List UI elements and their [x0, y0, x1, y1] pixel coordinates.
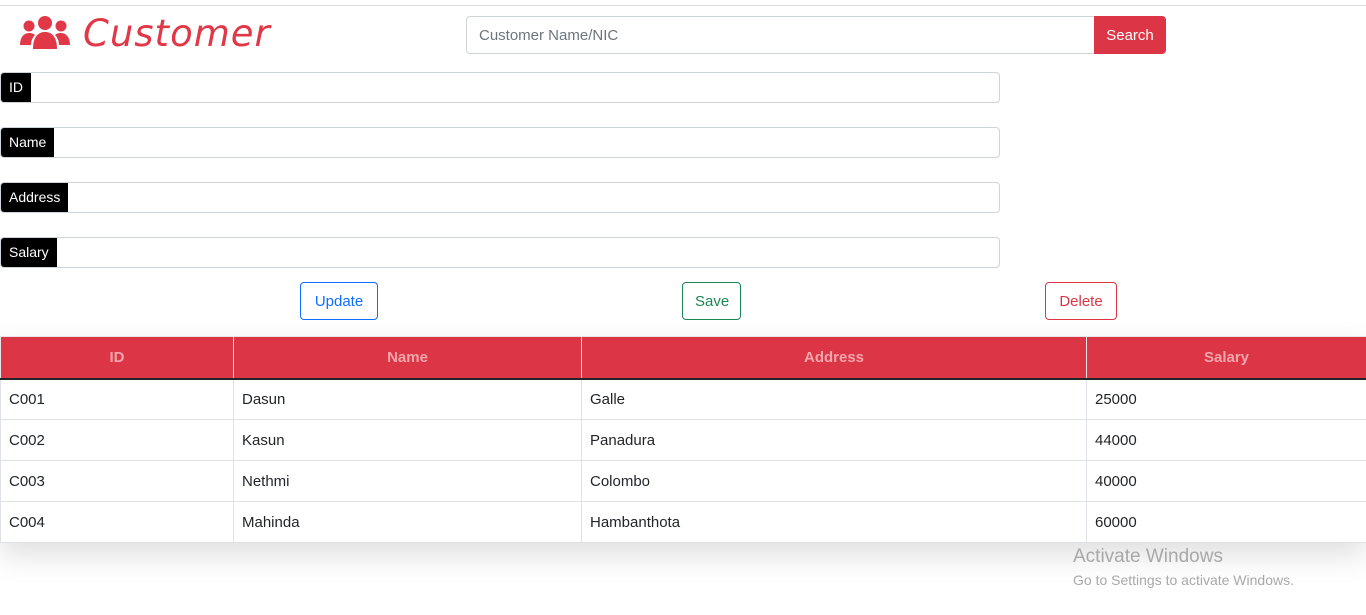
- cell-id: C004: [0, 501, 234, 543]
- cell-id: C002: [0, 419, 234, 461]
- table-row[interactable]: C001 Dasun Galle 25000: [0, 378, 1366, 420]
- watermark-title: Activate Windows: [1073, 546, 1223, 567]
- search-input[interactable]: [466, 16, 1094, 54]
- id-label: ID: [1, 73, 31, 102]
- table-header-row: ID Name Address Salary: [0, 336, 1366, 380]
- salary-input[interactable]: [55, 238, 999, 267]
- name-label: Name: [1, 128, 55, 157]
- salary-field: Salary: [0, 237, 1000, 268]
- id-input[interactable]: [32, 73, 999, 102]
- delete-button[interactable]: Delete: [1045, 282, 1117, 320]
- search-button[interactable]: Search: [1094, 16, 1166, 54]
- name-input[interactable]: [55, 128, 999, 157]
- cell-salary: 44000: [1086, 419, 1366, 461]
- cell-address: Hambanthota: [581, 501, 1087, 543]
- column-header-salary: Salary: [1086, 336, 1366, 380]
- customer-table: ID Name Address Salary C001 Dasun Galle …: [0, 336, 1366, 543]
- cell-name: Nethmi: [233, 460, 582, 502]
- cell-id: C003: [0, 460, 234, 502]
- cell-name: Kasun: [233, 419, 582, 461]
- cell-salary: 40000: [1086, 460, 1366, 502]
- watermark-subtitle: Go to Settings to activate Windows.: [1073, 572, 1294, 588]
- users-icon: [20, 16, 70, 49]
- salary-label: Salary: [1, 238, 57, 267]
- cell-salary: 60000: [1086, 501, 1366, 543]
- activation-watermark: Activate Windows Go to Settings to activ…: [1073, 546, 1294, 588]
- cell-address: Colombo: [581, 460, 1087, 502]
- cell-address: Galle: [581, 378, 1087, 420]
- address-label: Address: [1, 183, 69, 212]
- column-header-id: ID: [0, 336, 234, 380]
- customer-table-container: ID Name Address Salary C001 Dasun Galle …: [0, 336, 1366, 543]
- page-title: Customer: [83, 11, 271, 55]
- table-row[interactable]: C004 Mahinda Hambanthota 60000: [0, 501, 1366, 543]
- cell-address: Panadura: [581, 419, 1087, 461]
- update-button[interactable]: Update: [300, 282, 378, 320]
- page-header: Customer: [19, 9, 271, 57]
- name-field: Name: [0, 127, 1000, 158]
- table-row[interactable]: C003 Nethmi Colombo 40000: [0, 460, 1366, 502]
- column-header-name: Name: [233, 336, 582, 380]
- cell-name: Mahinda: [233, 501, 582, 543]
- address-field: Address: [0, 182, 1000, 213]
- search-bar: Search: [466, 16, 1166, 54]
- cell-salary: 25000: [1086, 378, 1366, 420]
- cell-name: Dasun: [233, 378, 582, 420]
- table-row[interactable]: C002 Kasun Panadura 44000: [0, 419, 1366, 461]
- top-divider: [0, 5, 1366, 6]
- address-input[interactable]: [68, 183, 999, 212]
- cell-id: C001: [0, 378, 234, 420]
- column-header-address: Address: [581, 336, 1087, 380]
- id-field: ID: [0, 72, 1000, 103]
- save-button[interactable]: Save: [682, 282, 741, 320]
